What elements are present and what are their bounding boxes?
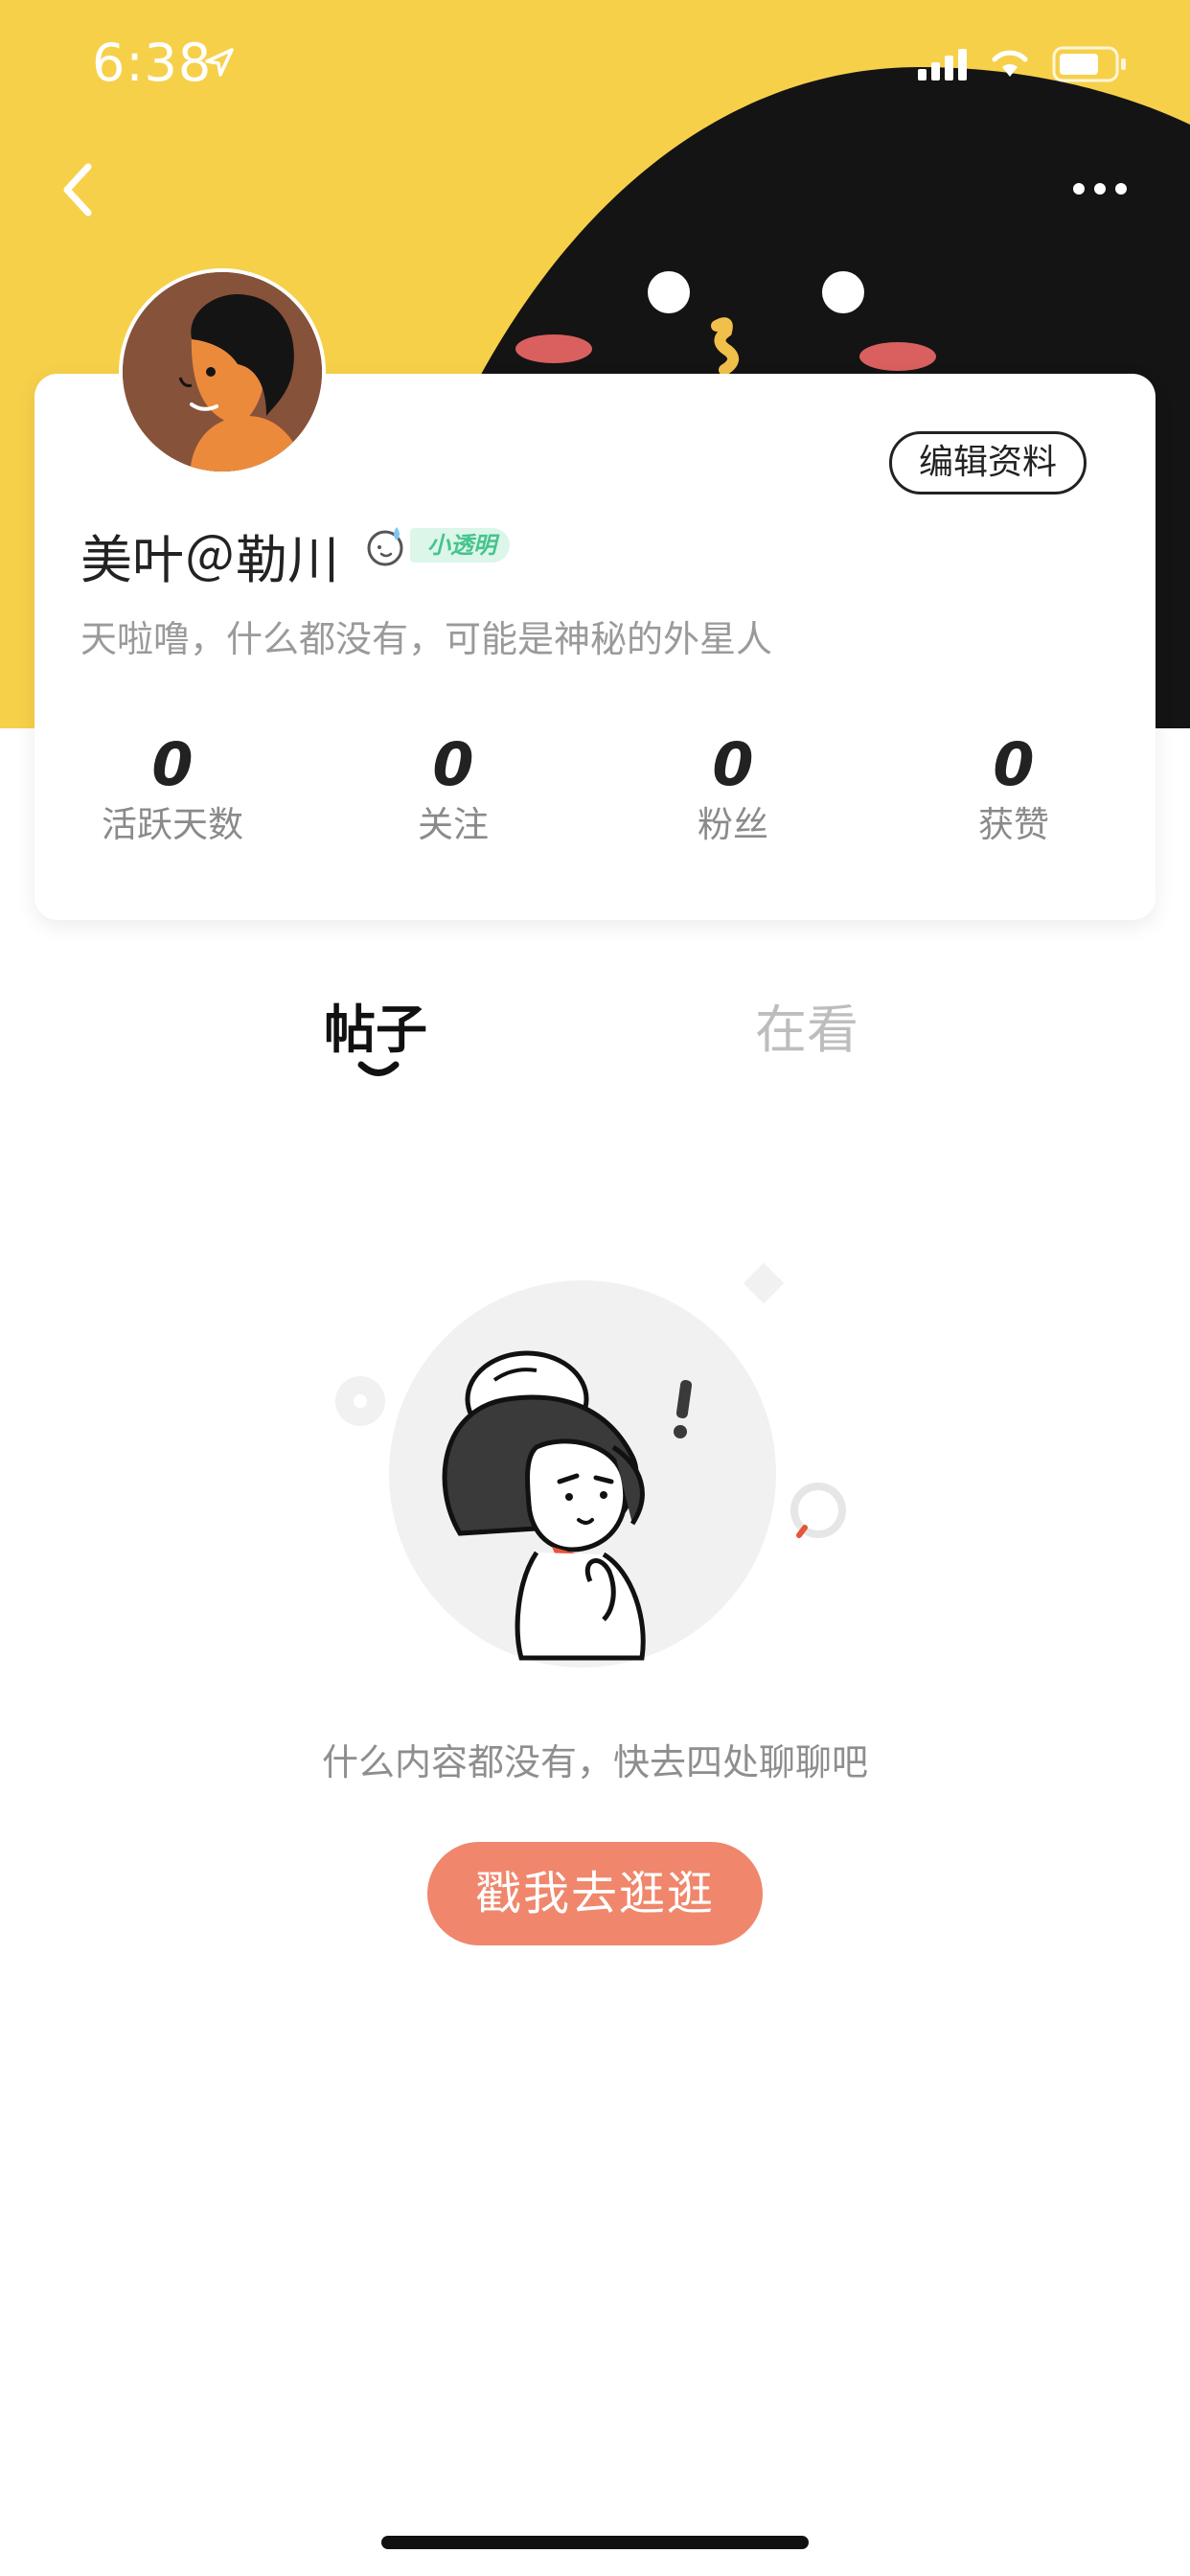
stat-label: 粉丝 [698, 804, 768, 845]
back-button[interactable] [46, 151, 113, 228]
tab-watching[interactable]: 在看 [755, 987, 858, 1063]
edit-profile-button[interactable]: 编辑资料 [889, 431, 1087, 494]
home-indicator [381, 2536, 809, 2549]
more-dots-icon [1073, 183, 1127, 195]
chevron-left-icon [63, 163, 92, 217]
stat-label: 活跃天数 [102, 804, 243, 845]
level-badge[interactable]: 小透明 [362, 519, 510, 571]
stat-label: 获赞 [978, 804, 1049, 845]
user-name: 美叶＠勒川 [80, 530, 339, 590]
empty-state-message: 什么内容都没有，快去四处聊聊吧 [321, 1741, 868, 1783]
stat-followers[interactable]: 0 粉丝 [618, 728, 848, 849]
stat-active-days[interactable]: 0 活跃天数 [57, 728, 287, 849]
battery-icon [1052, 46, 1126, 82]
stat-label: 关注 [418, 804, 489, 845]
avatar[interactable] [119, 268, 326, 475]
cellular-signal-icon [918, 49, 967, 80]
more-options-button[interactable] [1064, 165, 1136, 213]
location-arrow-icon [205, 48, 234, 77]
avatar-portrait-icon [123, 272, 322, 472]
explore-button[interactable]: 戳我去逛逛 [427, 1842, 763, 1945]
stat-likes[interactable]: 0 获赞 [899, 728, 1129, 849]
tab-posts[interactable]: 帖子 [324, 987, 427, 1063]
stat-value: 0 [151, 729, 194, 799]
empty-state-illustration [335, 1262, 846, 1668]
stat-following[interactable]: 0 关注 [338, 728, 568, 849]
wifi-icon [992, 50, 1028, 77]
user-bio: 天啦噜，什么都没有，可能是神秘的外星人 [80, 618, 773, 660]
status-bar: 6:38 [0, 0, 1190, 126]
stat-value: 0 [993, 729, 1035, 799]
stats-row: 0 活跃天数 0 关注 0 粉丝 0 获赞 [34, 728, 1156, 872]
status-time: 6:38 [92, 33, 213, 93]
tab-active-indicator [357, 1061, 400, 1076]
stat-value: 0 [712, 729, 754, 799]
stat-value: 0 [432, 729, 474, 799]
level-face-icon [367, 527, 403, 566]
level-badge-label: 小透明 [410, 528, 510, 563]
